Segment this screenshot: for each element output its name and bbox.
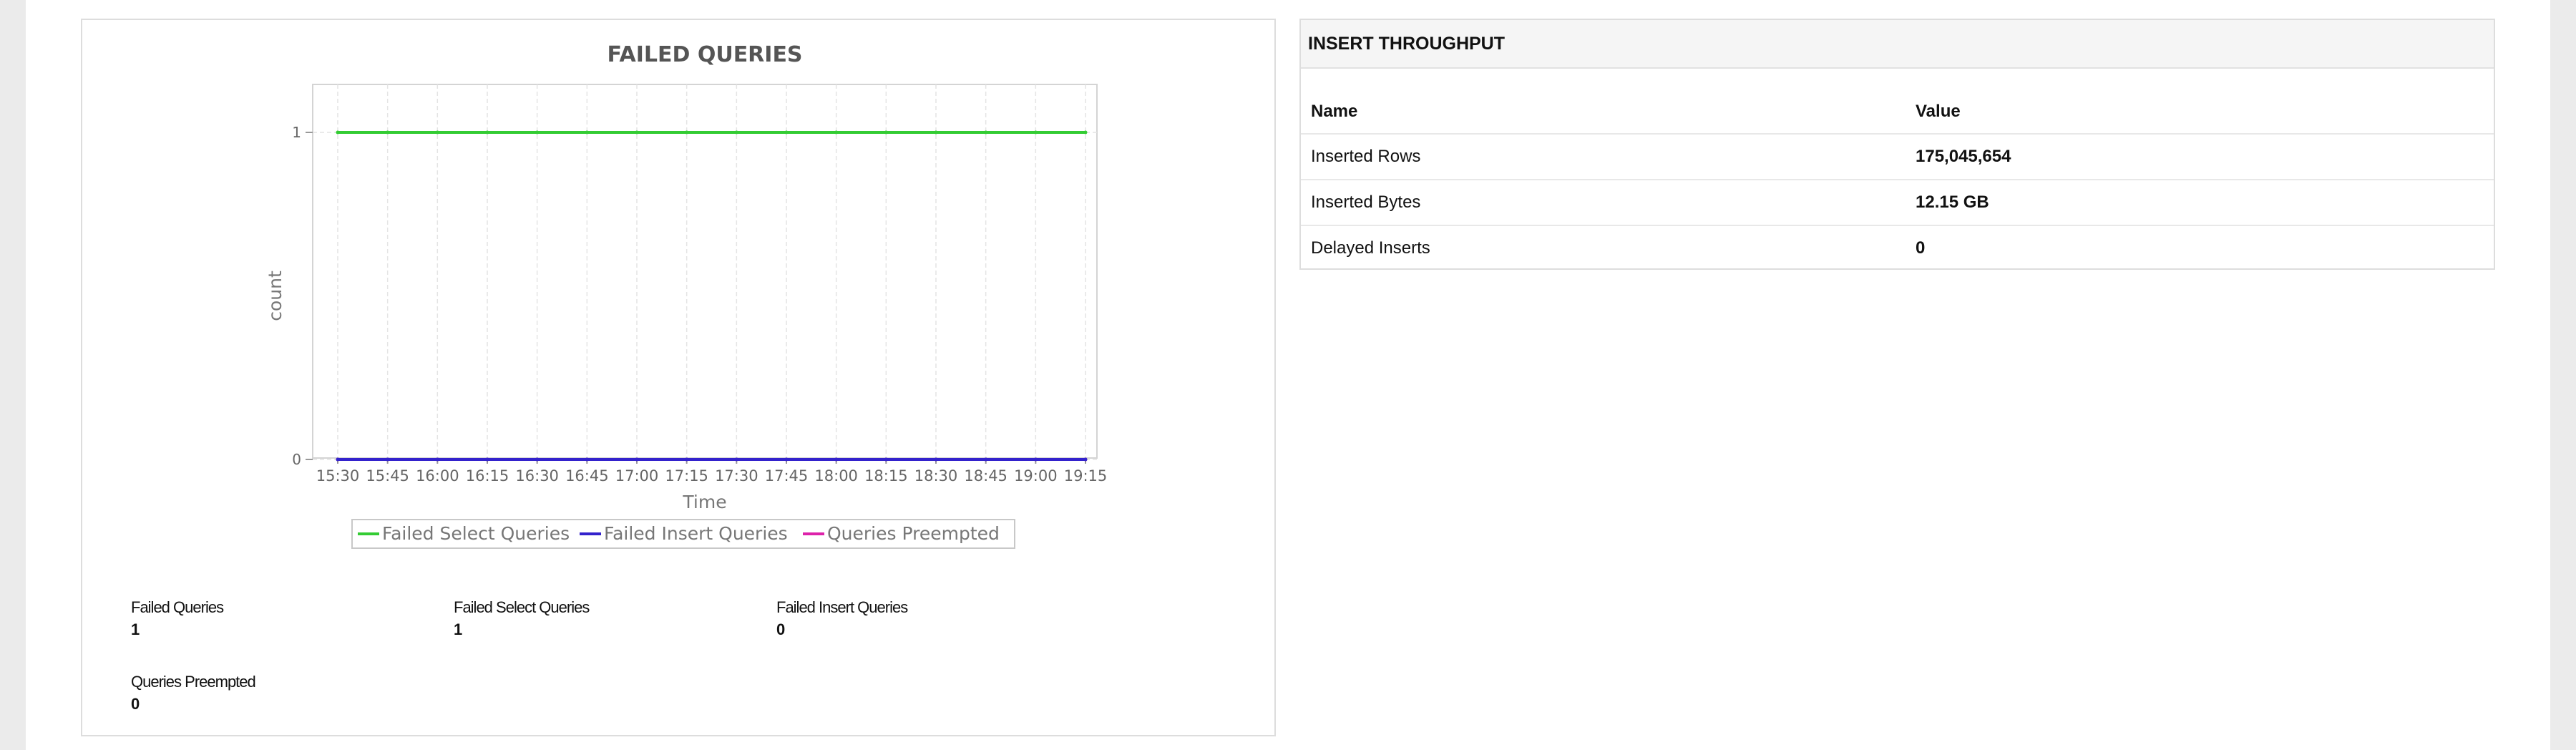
- stat-value: 0: [776, 620, 786, 638]
- x-tick-label: 16:15: [466, 467, 509, 484]
- column-header-value: Value: [1916, 102, 1961, 121]
- x-tick-label: 17:00: [615, 467, 659, 484]
- series-point: [834, 130, 839, 135]
- row-value: 175,045,654: [1906, 133, 2494, 180]
- chart-title: FAILED QUERIES: [607, 42, 802, 67]
- row-name: Inserted Bytes: [1301, 179, 1906, 225]
- series-point: [834, 457, 839, 462]
- row-name: Inserted Rows: [1301, 133, 1906, 180]
- series-point: [535, 457, 540, 462]
- x-tick-label: 19:00: [1014, 467, 1058, 484]
- failed-queries-chart: FAILED QUERIES 0 1 15:30 15:45 16:00 16:15 16:3…: [265, 42, 1153, 549]
- table-row: Inserted Rows 175,045,654: [1301, 133, 2494, 180]
- series-point: [485, 457, 489, 462]
- row-value: 12.15 GB: [1906, 179, 2494, 225]
- series-point: [1083, 457, 1088, 462]
- stat-label: Failed Select Queries: [454, 598, 590, 616]
- insert-throughput-table: Name Value Inserted Rows 175,045,654 Ins…: [1301, 90, 2494, 271]
- stat-queries-preempted: Queries Preempted 0: [131, 673, 256, 714]
- series-point: [485, 130, 489, 135]
- series-point: [386, 130, 390, 135]
- series-point: [435, 457, 439, 462]
- series-point: [784, 457, 789, 462]
- series-point: [635, 457, 639, 462]
- x-tick-label: 16:45: [565, 467, 609, 484]
- failed-queries-panel: FAILED QUERIES 0 1 15:30 15:45 16:00 16:15 16:3…: [81, 19, 1276, 736]
- series-point: [635, 130, 639, 135]
- x-tick-label: 18:45: [964, 467, 1008, 484]
- row-value: 0: [1906, 225, 2494, 271]
- stat-label: Failed Insert Queries: [776, 598, 908, 616]
- series-point: [884, 457, 888, 462]
- table-header-row: Name Value: [1301, 90, 2494, 134]
- x-tick-label: 18:30: [914, 467, 958, 484]
- x-tick-label: 19:15: [1064, 467, 1108, 484]
- column-header-name: Name: [1311, 102, 1358, 121]
- y-tick-label: 1: [292, 124, 301, 141]
- series-point: [934, 457, 938, 462]
- insert-throughput-panel: INSERT THROUGHPUT Name Value Inserted Ro…: [1299, 19, 2495, 271]
- x-tick-label: 18:00: [814, 467, 858, 484]
- tick-label-clip: [1110, 464, 1153, 488]
- series-point: [984, 457, 988, 462]
- legend-label: Queries Preempted: [827, 523, 1000, 544]
- series-point: [934, 130, 938, 135]
- series-point: [585, 457, 589, 462]
- series-point: [784, 130, 789, 135]
- stat-value: 1: [454, 620, 463, 638]
- table-row: Delayed Inserts 0: [1301, 225, 2494, 271]
- x-tick-label: 18:15: [864, 467, 908, 484]
- series-point: [336, 130, 340, 135]
- series-point: [734, 457, 738, 462]
- row-name: Delayed Inserts: [1301, 225, 1906, 271]
- series-point: [1083, 130, 1088, 135]
- x-tick-label: 15:45: [366, 467, 409, 484]
- stat-label: Failed Queries: [131, 598, 224, 616]
- y-axis-label: count: [265, 271, 286, 321]
- series-point: [685, 457, 689, 462]
- legend-label: Failed Select Queries: [382, 523, 570, 544]
- stat-label: Queries Preempted: [131, 673, 256, 691]
- stat-value: 1: [131, 620, 140, 638]
- x-tick-label: 16:30: [515, 467, 559, 484]
- x-tick-label: 17:15: [665, 467, 708, 484]
- stat-failed-queries: Failed Queries 1: [131, 598, 224, 640]
- panel-title: INSERT THROUGHPUT: [1301, 20, 2494, 69]
- series-point: [336, 457, 340, 462]
- series-point: [884, 130, 888, 135]
- x-axis-label: Time: [682, 492, 726, 512]
- series-point: [685, 130, 689, 135]
- series-point: [585, 130, 589, 135]
- series-point: [1033, 130, 1038, 135]
- series-point: [435, 130, 439, 135]
- stat-value: 0: [131, 695, 140, 713]
- stat-failed-select-queries: Failed Select Queries 1: [454, 598, 590, 640]
- series-point: [734, 130, 738, 135]
- x-tick-label: 15:30: [316, 467, 360, 484]
- x-tick-label: 17:45: [765, 467, 809, 484]
- series-point: [984, 130, 988, 135]
- x-tick-label: 16:00: [416, 467, 459, 484]
- x-tick-label: 17:30: [715, 467, 758, 484]
- plot-area: [312, 84, 1098, 459]
- series-point: [535, 130, 540, 135]
- legend-label: Failed Insert Queries: [604, 523, 788, 544]
- series-point: [1033, 457, 1038, 462]
- y-tick-label: 0: [292, 451, 301, 468]
- series-point: [386, 457, 390, 462]
- table-row: Inserted Bytes 12.15 GB: [1301, 179, 2494, 225]
- stat-failed-insert-queries: Failed Insert Queries 0: [776, 598, 908, 640]
